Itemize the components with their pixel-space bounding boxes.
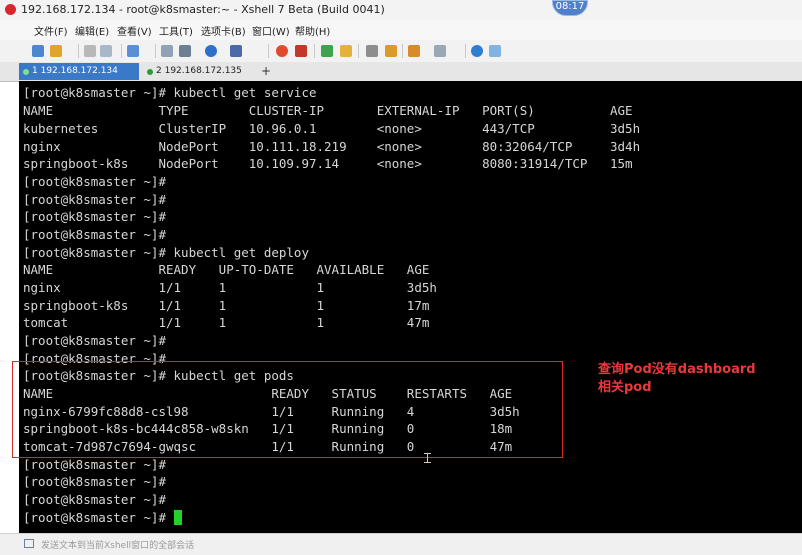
terminal-cursor (173, 510, 182, 525)
copy-icon[interactable] (127, 45, 139, 57)
tab-label: 2 192.168.172.135 (156, 66, 242, 76)
toolbar-separator (358, 44, 359, 58)
toolbar-separator (314, 44, 315, 58)
lock-icon[interactable] (340, 45, 352, 57)
open-folder-icon[interactable] (50, 45, 62, 57)
terminal-line: [root@k8smaster ~]# (23, 474, 166, 489)
text-cursor-icon (424, 453, 431, 463)
globe-icon[interactable] (205, 45, 217, 57)
terminal-line: tomcat 1/1 1 1 47m (23, 315, 430, 330)
help-icon[interactable] (471, 45, 483, 57)
window-title: 192.168.172.134 - root@k8smaster:~ - Xsh… (21, 3, 385, 16)
terminal-line: NAME READY UP-TO-DATE AVAILABLE AGE (23, 262, 430, 277)
tab-session-1[interactable]: 1 192.168.172.134 (19, 63, 139, 80)
terminal-line: NAME TYPE CLUSTER-IP EXTERNAL-IP PORT(S)… (23, 103, 633, 118)
menu-file[interactable]: 文件(F) (34, 23, 68, 38)
annotation-note: 查询Pod没有dashboard 相关pod (598, 362, 756, 395)
menu-edit[interactable]: 编辑(E) (75, 23, 109, 38)
toolbar-separator (78, 44, 79, 58)
menu-window[interactable]: 窗口(W) (252, 23, 290, 38)
fullscreen-icon[interactable] (321, 45, 333, 57)
terminal-line: [root@k8smaster ~]# (23, 227, 166, 242)
compose-bar-hint: 发送文本到当前Xshell窗口的全部会话 (41, 541, 195, 551)
xftp-icon[interactable] (276, 45, 288, 57)
terminal-line: nginx 1/1 1 1 3d5h (23, 280, 437, 295)
new-session-icon[interactable] (32, 45, 44, 57)
send-icon[interactable] (408, 45, 420, 57)
connected-status-icon (147, 69, 153, 75)
terminal-line: [root@k8smaster ~]# kubectl get service (23, 85, 317, 100)
toolbar-separator (465, 44, 466, 58)
terminal-line: kubernetes ClusterIP 10.96.0.1 <none> 44… (23, 121, 641, 136)
compose-bar: 发送文本到当前Xshell窗口的全部会话 (0, 533, 802, 555)
connected-status-icon (23, 69, 29, 75)
print-icon[interactable] (179, 45, 191, 57)
terminal-prompt-line: [root@k8smaster ~]# (23, 509, 182, 526)
tab-session-2[interactable]: 2 192.168.172.135 (143, 63, 255, 80)
toolbar-separator (268, 44, 269, 58)
terminal-line: [root@k8smaster ~]# (23, 333, 166, 348)
chat-icon[interactable] (489, 45, 501, 57)
search-icon[interactable] (161, 45, 173, 57)
terminal-line: nginx NodePort 10.111.18.219 <none> 80:3… (23, 139, 641, 154)
properties-icon[interactable] (84, 45, 96, 57)
toolbar-separator (402, 44, 403, 58)
keyboard-icon[interactable] (366, 45, 378, 57)
menu-view[interactable]: 查看(V) (117, 23, 152, 38)
toolbar (0, 40, 802, 63)
pods-highlight-box (12, 361, 563, 458)
terminal-line: springboot-k8s 1/1 1 1 17m (23, 298, 430, 313)
script-icon[interactable] (385, 45, 397, 57)
terminal-line: springboot-k8s NodePort 10.109.97.14 <no… (23, 156, 633, 171)
session-tab-bar: 1 192.168.172.134 2 192.168.172.135 + (0, 62, 802, 82)
terminal-area[interactable]: [root@k8smaster ~]# kubectl get service … (19, 81, 802, 533)
menu-tabs[interactable]: 选项卡(B) (201, 23, 246, 38)
terminal-line: [root@k8smaster ~]# (23, 192, 166, 207)
compose-bar-icon[interactable] (24, 539, 34, 548)
terminal-line: [root@k8smaster ~]# (23, 174, 166, 189)
toolbar-separator (121, 44, 122, 58)
title-bar: 192.168.172.134 - root@k8smaster:~ - Xsh… (0, 0, 802, 21)
terminal-line: [root@k8smaster ~]# (23, 457, 166, 472)
toolbar-separator (155, 44, 156, 58)
terminal-line: [root@k8smaster ~]# (23, 492, 166, 507)
xshell-app-icon[interactable] (5, 4, 16, 15)
tab-label: 1 192.168.172.134 (32, 66, 118, 76)
menu-tools[interactable]: 工具(T) (159, 23, 193, 38)
layout-icon[interactable] (434, 45, 446, 57)
compose-icon[interactable] (295, 45, 307, 57)
color-scheme-icon[interactable] (230, 45, 242, 57)
clock-badge: 08:17 (552, 0, 588, 16)
terminal-line: [root@k8smaster ~]# kubectl get deploy (23, 245, 309, 260)
menu-bar: 文件(F) 编辑(E) 查看(V) 工具(T) 选项卡(B) 窗口(W) 帮助(… (0, 20, 802, 40)
menu-help[interactable]: 帮助(H) (295, 23, 330, 38)
terminal-prompt: [root@k8smaster ~]# (23, 510, 174, 525)
add-tab-button[interactable]: + (258, 63, 274, 80)
reconnect-icon[interactable] (100, 45, 112, 57)
terminal-line: [root@k8smaster ~]# (23, 209, 166, 224)
